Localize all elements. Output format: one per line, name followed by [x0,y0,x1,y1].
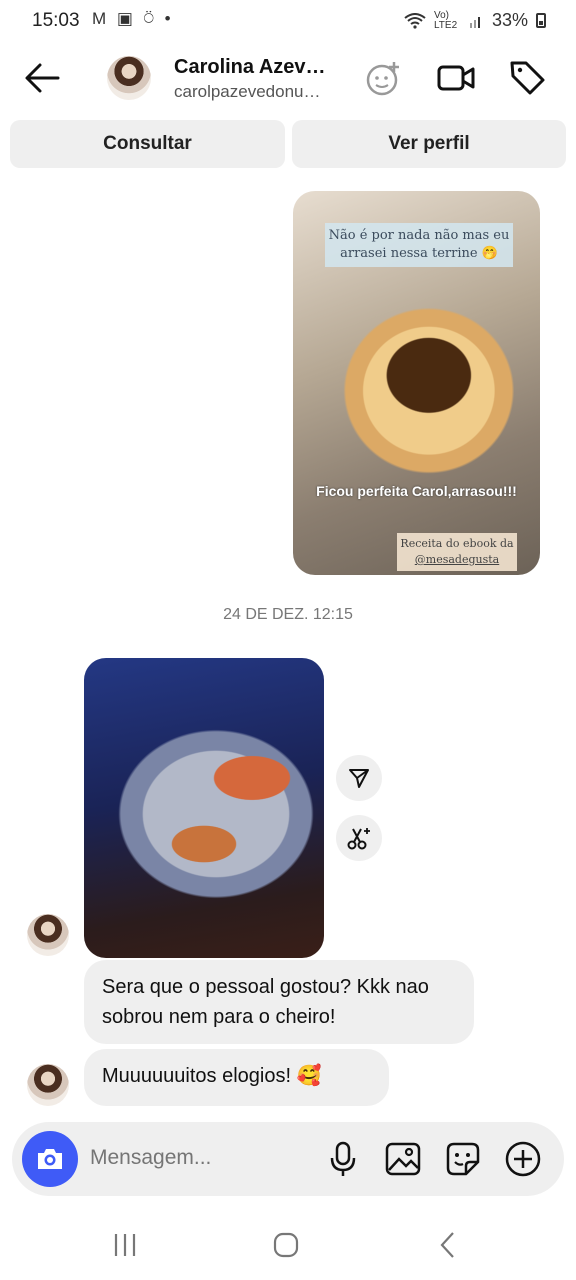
contact-username[interactable]: carolpazevedonu… [174,82,334,102]
story-caption-bottom: Receita do ebook da @mesadegusta [397,533,517,571]
microphone-icon [330,1141,356,1176]
sender-avatar[interactable] [27,1064,69,1106]
plus-circle-icon [505,1141,541,1177]
back-button[interactable] [22,60,62,96]
notification-icons: M ▣ ⍥ • [92,9,174,28]
system-nav-bar [0,1218,576,1280]
gallery-icon [385,1142,421,1176]
chat-header: Carolina Azev… carolpazevedonu… [0,46,576,112]
more-button[interactable] [504,1140,542,1178]
message-input[interactable] [90,1146,260,1170]
camera-icon [38,1149,62,1169]
video-call-button[interactable] [436,58,476,98]
nav-back-button[interactable] [432,1228,466,1262]
story-reply-image[interactable]: Não é por nada não mas eu arrasei nessa … [293,191,540,575]
share-button[interactable] [336,755,382,801]
view-profile-button[interactable]: Ver perfil [292,120,566,168]
story-caption-top: Não é por nada não mas eu arrasei nessa … [325,223,513,267]
message-bubble[interactable]: Sera que o pessoal gostou? Kkk nao sobro… [84,960,474,1044]
wifi-icon [404,12,426,29]
tag-icon [510,61,545,95]
video-camera-icon [437,65,475,91]
battery-icon [536,13,546,28]
story-caption-bottom-line1: Receita do ebook da [400,537,514,550]
status-bar: 15:03 M ▣ ⍥ • Vo) LTE2 33% [0,0,576,44]
cutout-button[interactable] [336,815,382,861]
sticker-plus-icon [366,62,399,96]
story-caption-bottom-line2: @mesadegusta [414,553,500,566]
send-icon [349,769,369,788]
message-composer [12,1122,564,1196]
consult-button[interactable]: Consultar [10,120,285,168]
sticker-plus-button[interactable] [364,58,404,98]
message-bubble[interactable]: Muuuuuuitos elogios! 🥰 [84,1049,389,1106]
scissors-sparkle-icon [347,828,370,850]
status-right: Vo) LTE2 33% [404,10,546,31]
status-time: 15:03 [32,10,80,31]
date-separator: 24 DE DEZ. 12:15 [223,606,353,623]
back-icon [440,1232,454,1258]
sticker-button[interactable] [444,1140,482,1178]
signal-icon [469,16,480,28]
home-icon [273,1232,299,1258]
tag-button[interactable] [508,58,548,98]
voice-button[interactable] [324,1140,362,1178]
back-arrow-icon [25,63,60,93]
recents-icon [114,1234,136,1256]
network-label: Vo) LTE2 [433,9,458,31]
camera-button[interactable] [22,1131,78,1187]
sticker-icon [446,1142,480,1176]
recents-button[interactable] [108,1228,142,1262]
received-photo[interactable] [84,658,324,958]
contact-avatar[interactable] [107,56,151,100]
gallery-button[interactable] [384,1140,422,1178]
story-caption-middle: Ficou perfeita Carol,arrasou!!! [316,483,517,499]
sender-avatar[interactable] [27,914,69,956]
contact-name[interactable]: Carolina Azev… [174,56,344,79]
home-button[interactable] [270,1228,304,1262]
battery-percent: 33% [491,10,528,30]
